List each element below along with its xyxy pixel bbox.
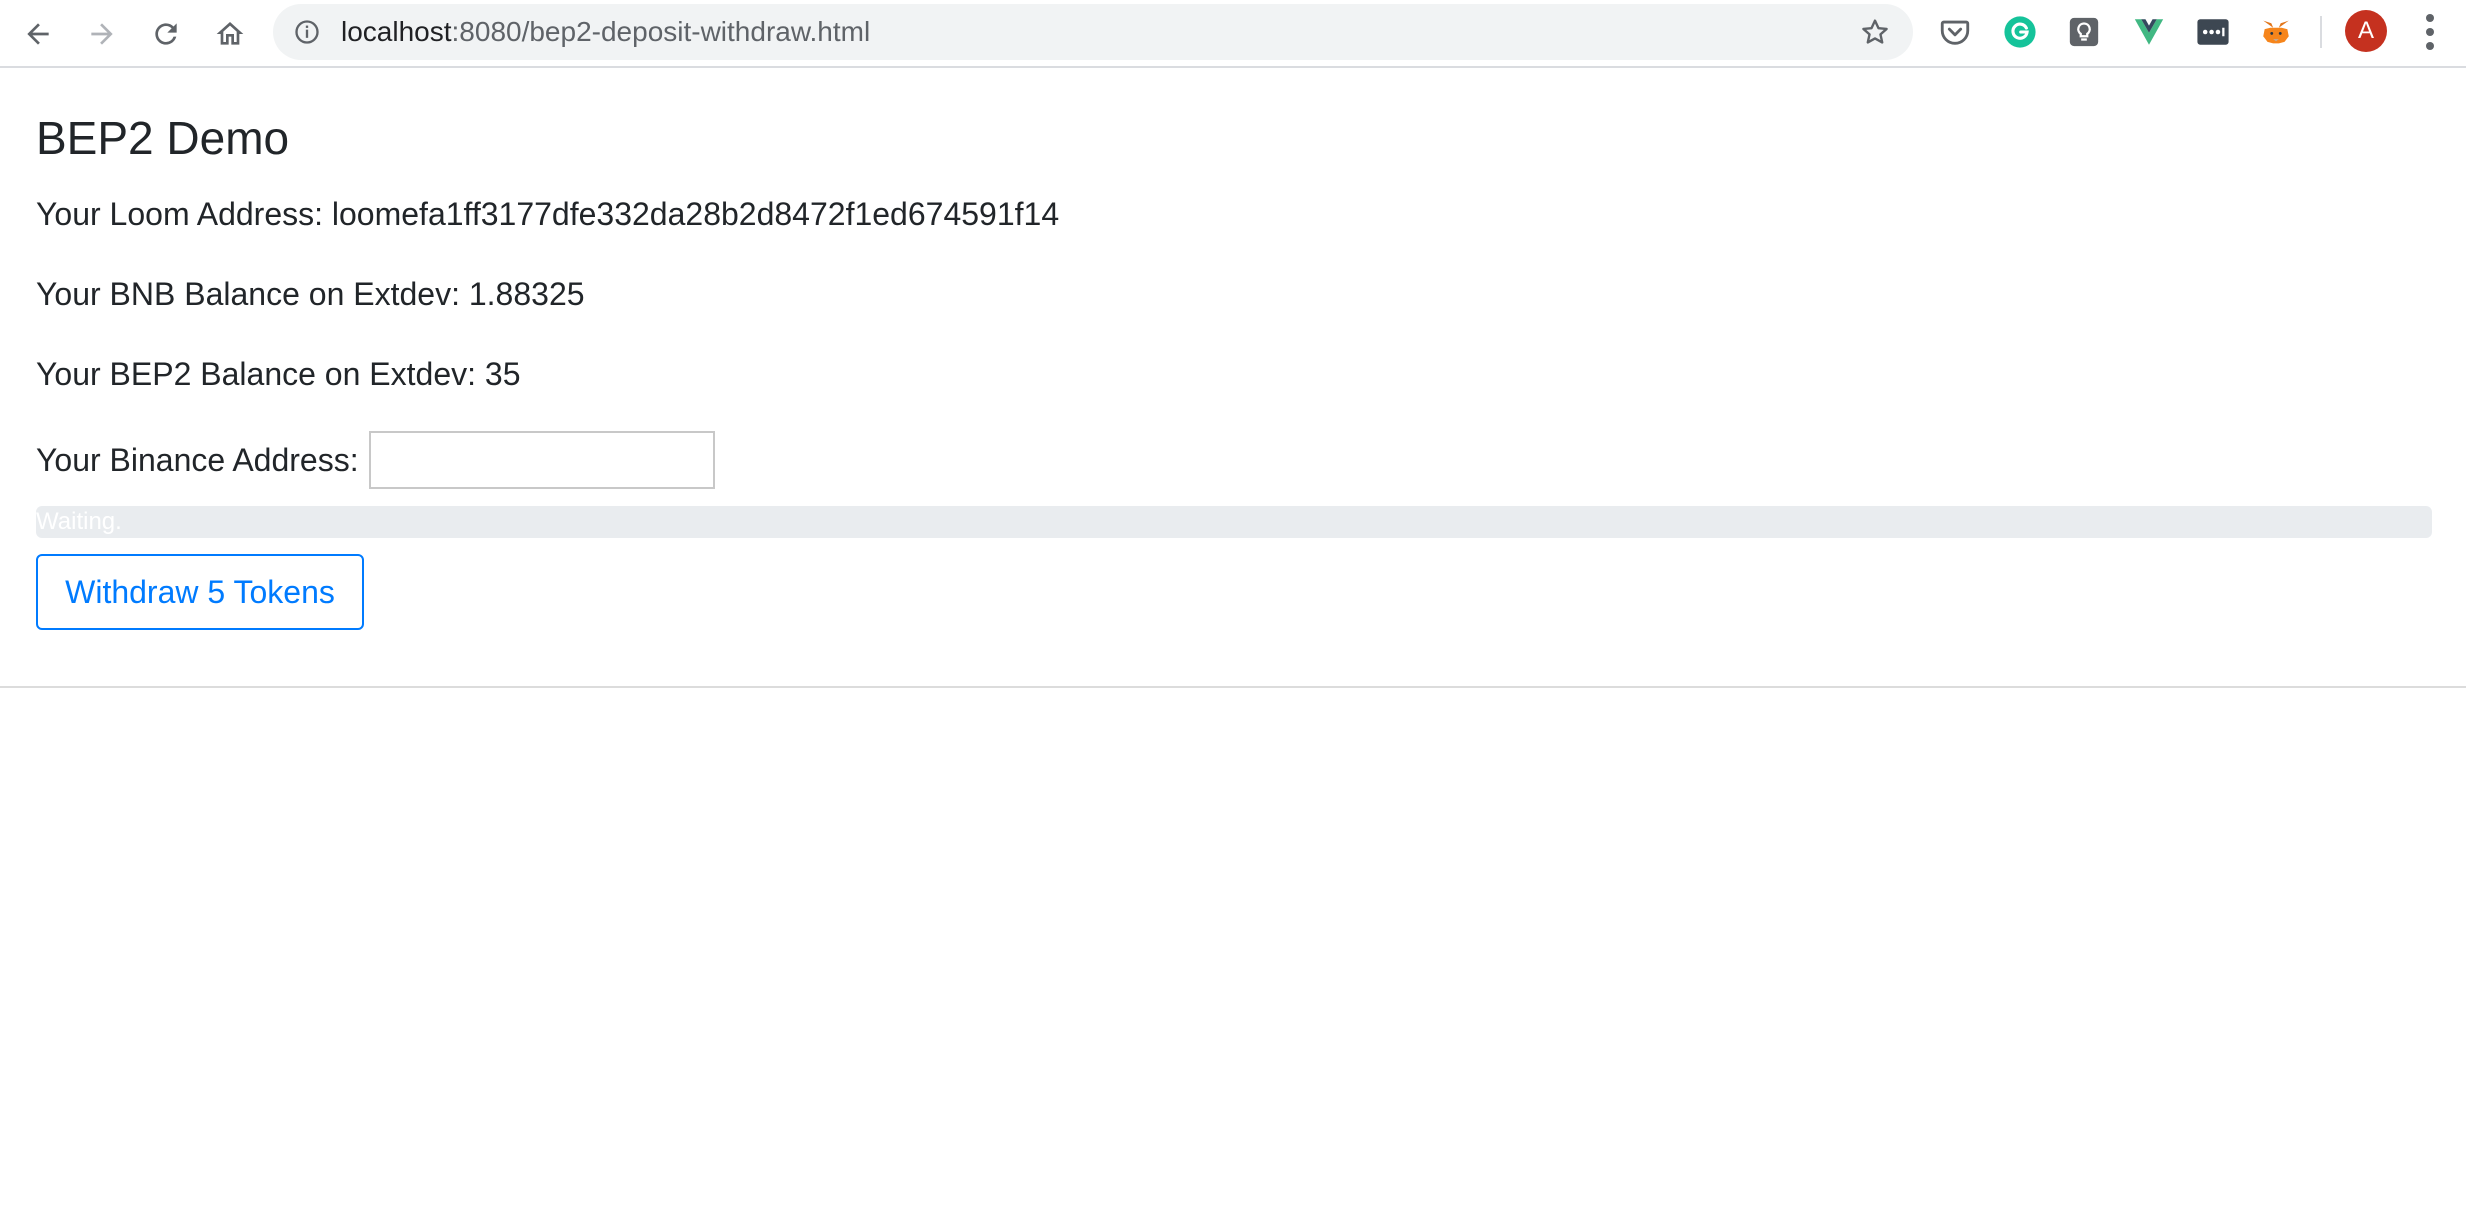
metamask-icon[interactable] [2258,14,2294,50]
browser-toolbar: localhost:8080/bep2-deposit-withdraw.htm… [0,0,2466,68]
withdraw-button[interactable]: Withdraw 5 Tokens [36,554,364,630]
address-bar[interactable]: localhost:8080/bep2-deposit-withdraw.htm… [273,4,1913,60]
binance-address-row: Your Binance Address: [36,430,715,490]
progress-bar: Waiting. [36,506,2432,538]
info-icon[interactable] [293,18,321,46]
page-title: BEP2 Demo [36,112,290,164]
home-icon [216,22,244,45]
url-text[interactable]: localhost:8080/bep2-deposit-withdraw.htm… [341,17,870,47]
toolbar-separator [2320,16,2322,48]
arrow-left-icon [27,23,49,45]
binance-address-input[interactable] [368,431,715,489]
pocket-icon[interactable] [1937,14,1973,50]
reload-button[interactable] [140,8,192,60]
url-host: localhost [341,16,452,47]
page-divider [0,686,2466,688]
binance-address-label: Your Binance Address: [36,442,359,478]
star-icon[interactable] [1859,16,1891,48]
forward-button[interactable] [76,8,128,60]
grammarly-icon[interactable] [2002,14,2038,50]
arrow-right-icon [91,23,113,45]
progress-status-text: Waiting. [36,508,122,535]
vue-devtools-icon[interactable] [2131,14,2167,50]
home-button[interactable] [204,8,256,60]
bep2-balance-text: Your BEP2 Balance on Extdev: 35 [36,356,521,392]
bnb-balance-text: Your BNB Balance on Extdev: 1.88325 [36,276,585,312]
back-button[interactable] [12,8,64,60]
url-path: :8080/bep2-deposit-withdraw.html [451,16,871,47]
more-vert-icon[interactable] [2418,12,2442,52]
password-manager-icon[interactable] [2195,14,2231,50]
loom-address-text: Your Loom Address: loomefa1ff3177dfe332d… [36,196,1060,232]
reload-icon [155,23,177,45]
profile-avatar[interactable]: A [2345,10,2387,52]
lightbulb-icon[interactable] [2066,14,2102,50]
